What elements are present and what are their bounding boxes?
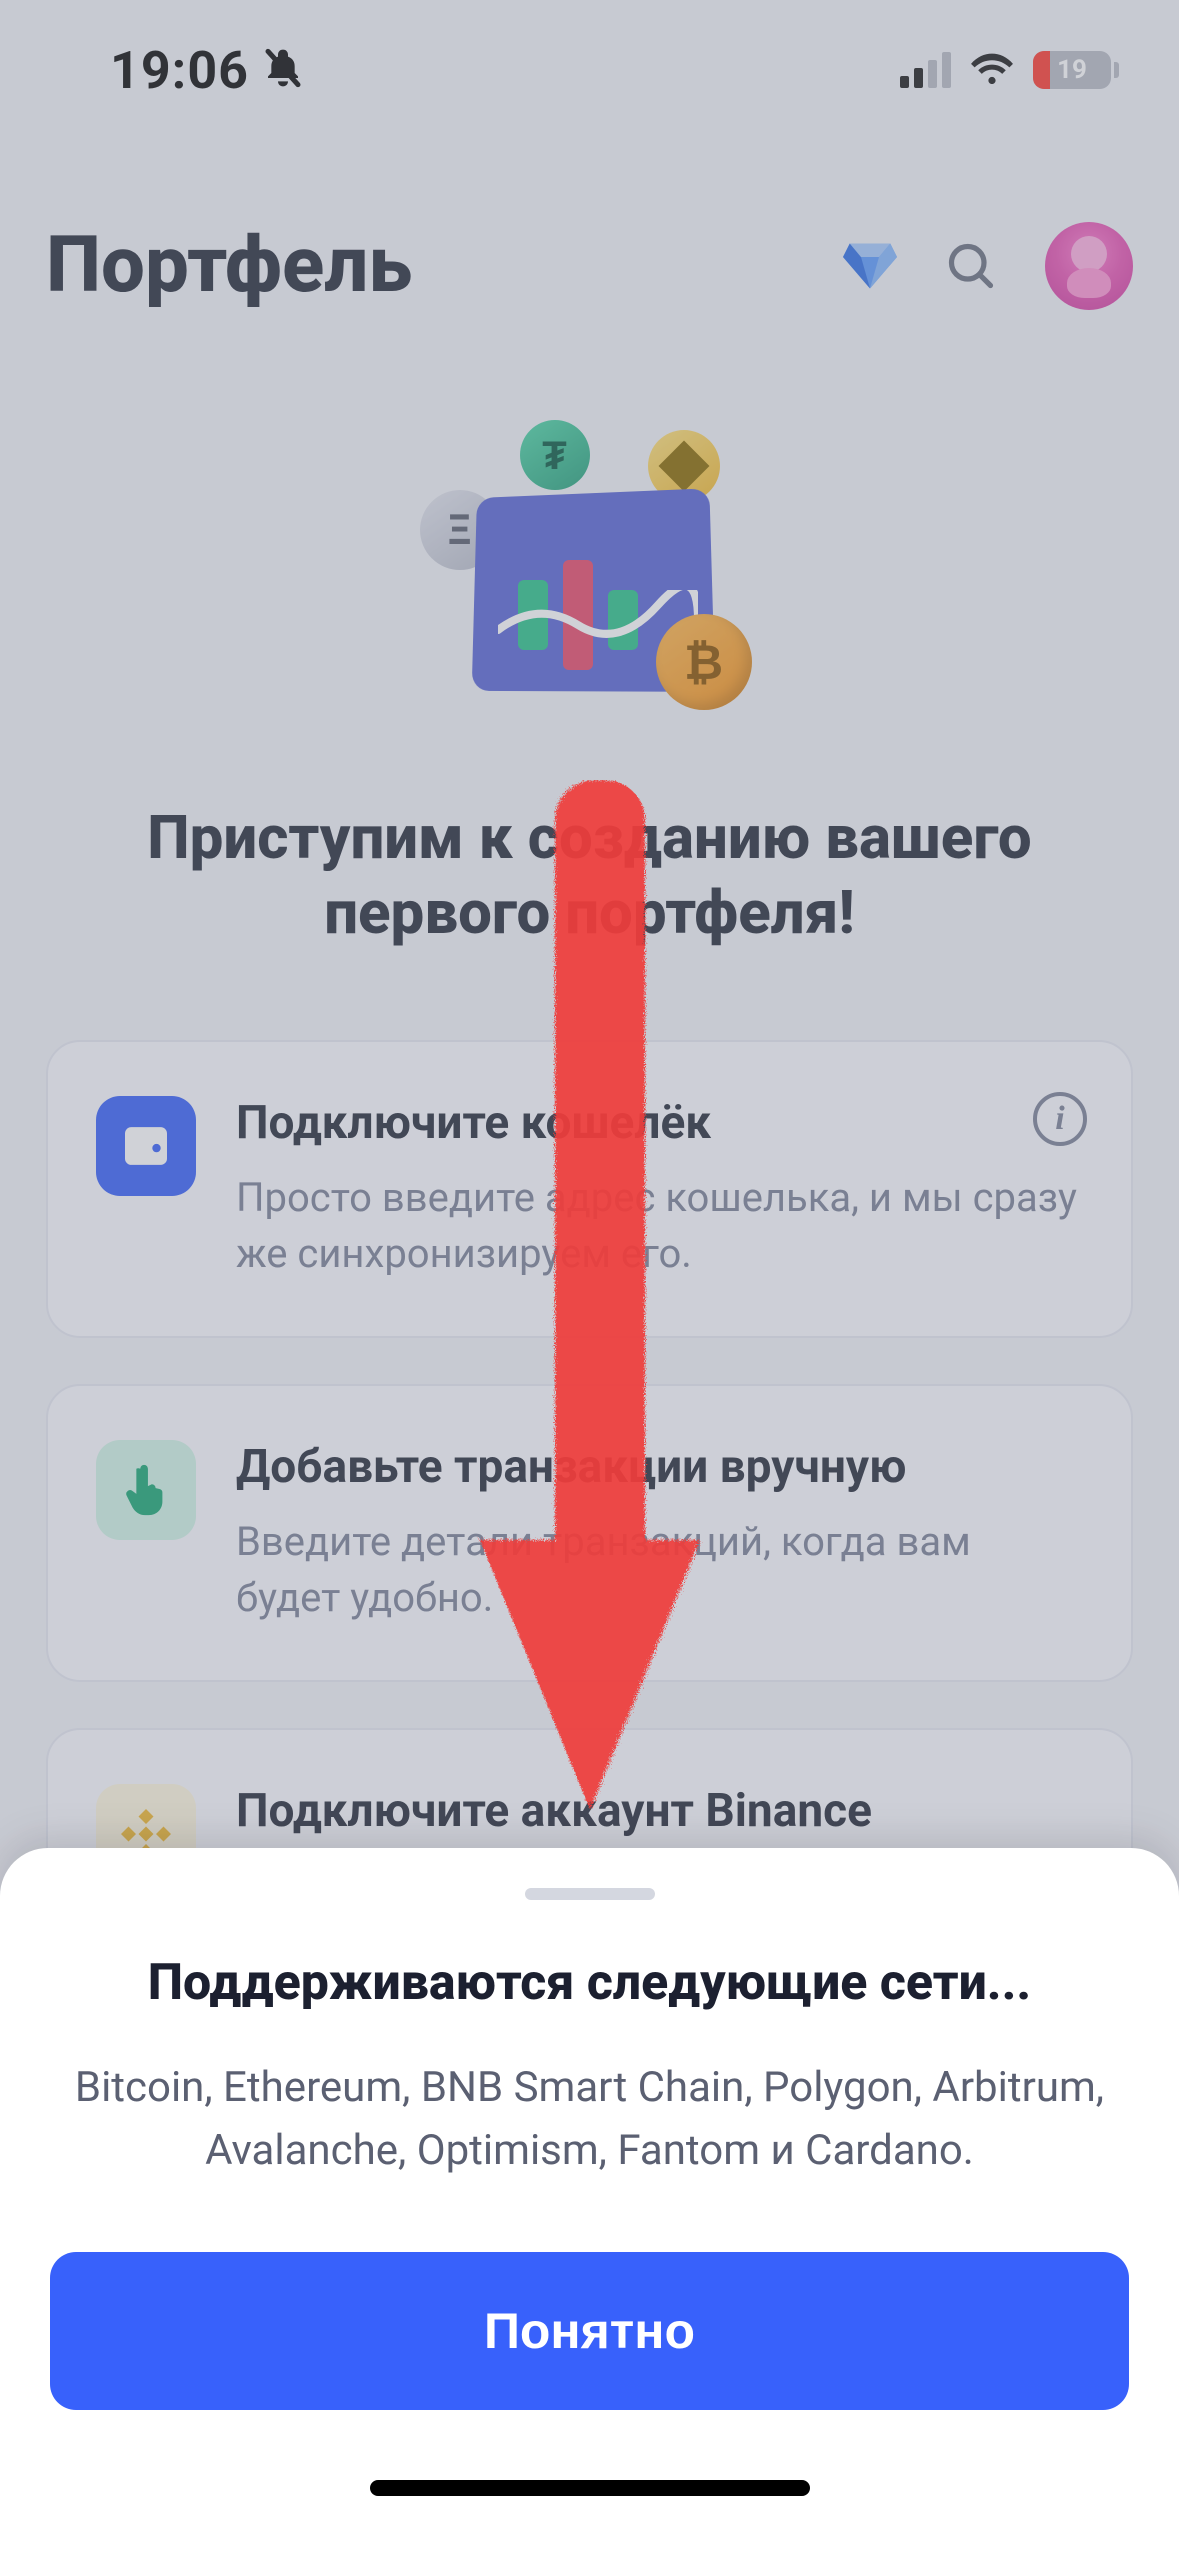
sheet-title: Поддерживаются следующие сети... — [50, 1954, 1129, 2012]
ok-button[interactable]: Понятно — [50, 2252, 1129, 2410]
home-indicator[interactable] — [370, 2480, 810, 2496]
bottom-sheet: Поддерживаются следующие сети... Bitcoin… — [0, 1848, 1179, 2556]
sheet-grabber[interactable] — [525, 1888, 655, 1900]
sheet-body: Bitcoin, Ethereum, BNB Smart Chain, Poly… — [50, 2056, 1129, 2182]
